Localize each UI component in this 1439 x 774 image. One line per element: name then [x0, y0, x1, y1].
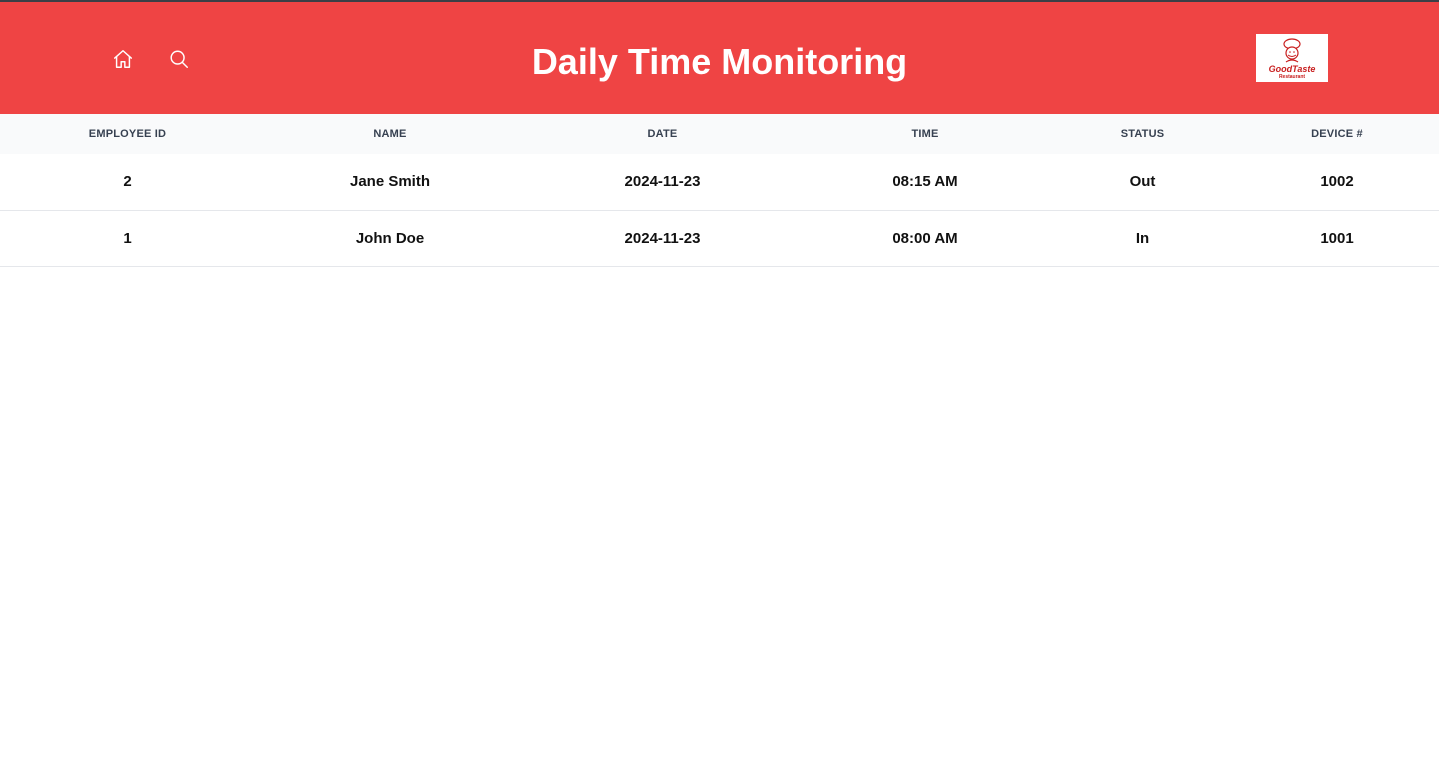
cell-name: John Doe: [355, 229, 425, 247]
column-header-time: Time: [911, 128, 939, 140]
table-row: 2 Jane Smith 2024-11-23 08:15 AM Out 100…: [0, 154, 1439, 210]
page-title: Daily Time Monitoring: [531, 41, 908, 82]
table-header-row: Employee ID Name Date Time Status Device…: [0, 114, 1439, 154]
cell-status: In: [1135, 229, 1150, 247]
cell-employee-id: 1: [123, 229, 132, 247]
cell-date: 2024-11-23: [624, 229, 701, 247]
cell-date: 2024-11-23: [624, 173, 701, 191]
restaurant-logo: GoodTaste Restaurant: [1256, 34, 1328, 82]
cell-status: Out: [1129, 173, 1156, 191]
column-header-name: Name: [373, 128, 407, 140]
column-header-date: Date: [647, 128, 678, 140]
app-header: Daily Time Monitoring GoodTaste Restaura…: [0, 2, 1439, 114]
cell-employee-id: 2: [123, 173, 132, 191]
cell-time: 08:00 AM: [892, 229, 958, 247]
cell-time: 08:15 AM: [892, 173, 958, 191]
cell-device: 1002: [1320, 173, 1354, 191]
column-header-device: Device #: [1311, 128, 1363, 140]
cell-name: Jane Smith: [349, 173, 431, 191]
chef-icon: [1283, 38, 1301, 63]
time-log-table: Employee ID Name Date Time Status Device…: [0, 114, 1439, 267]
logo-brand-text: GoodTaste: [1268, 64, 1316, 74]
cell-device: 1001: [1320, 229, 1354, 247]
table-row: 1 John Doe 2024-11-23 08:00 AM In 1001: [0, 210, 1439, 266]
column-header-status: Status: [1120, 128, 1165, 140]
column-header-employee-id: Employee ID: [88, 128, 167, 140]
logo-sub-text: Restaurant: [1278, 74, 1306, 80]
